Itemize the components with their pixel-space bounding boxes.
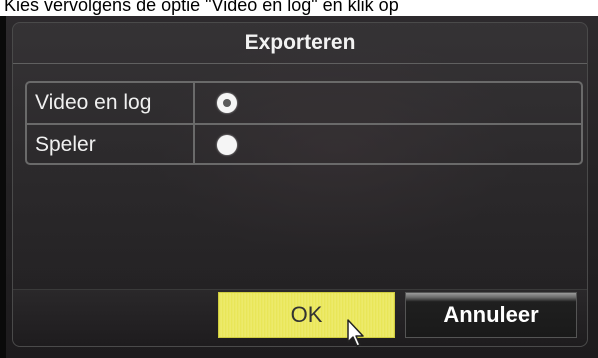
option-label-video-log: Video en log [27,83,195,123]
option-row-speler[interactable]: Speler [27,125,581,165]
dialog-title: Exporteren [13,23,587,64]
dialog-footer: OK Annuleer [13,289,587,346]
ok-button[interactable]: OK [218,292,395,338]
cancel-button[interactable]: Annuleer [405,292,577,338]
export-dialog: Exporteren Video en log Speler OK Annule… [12,22,588,347]
radio-speler[interactable] [217,135,237,155]
radio-video-log[interactable] [217,93,237,113]
option-label-speler: Speler [27,125,195,165]
mouse-pointer-icon [347,319,364,347]
export-options-table: Video en log Speler [25,81,583,165]
option-row-video-log[interactable]: Video en log [27,83,581,125]
dvr-screen: Exporteren Video en log Speler OK Annule… [0,16,598,358]
instruction-caption: Kies vervolgens de optie "Video en log" … [0,0,598,16]
